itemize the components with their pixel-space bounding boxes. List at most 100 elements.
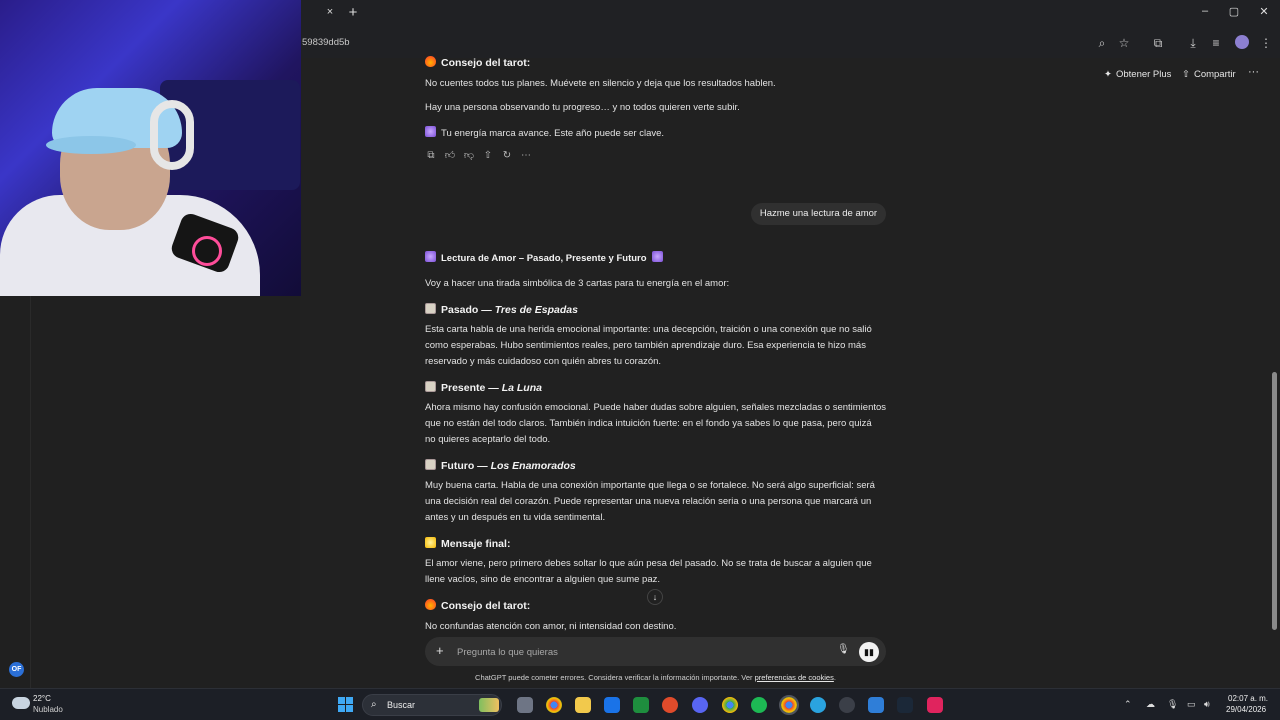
tiktok-icon[interactable] bbox=[927, 697, 943, 713]
chrome-icon[interactable] bbox=[546, 697, 562, 713]
sparkle-icon: ✦ bbox=[1104, 68, 1112, 80]
mail-icon[interactable] bbox=[604, 697, 620, 713]
minimize-button[interactable]: – bbox=[1196, 5, 1214, 21]
crystal-ball-icon bbox=[425, 251, 436, 262]
download-icon[interactable]: ⤓ bbox=[1185, 35, 1201, 51]
excel-icon[interactable] bbox=[633, 697, 649, 713]
regenerate-icon[interactable]: ↻ bbox=[501, 150, 513, 162]
address-bar[interactable]: 59839dd5b ⌕ ☆ ⧉ ⤓ ≡ ⋮ bbox=[300, 28, 1280, 58]
cookie-preferences-link[interactable]: preferencias de cookies bbox=[755, 673, 834, 682]
tab-close-icon[interactable]: × bbox=[324, 6, 336, 20]
mic-tray-icon[interactable]: 🎙︎ bbox=[1167, 699, 1178, 710]
prompt-input[interactable] bbox=[457, 644, 817, 660]
tray-chevron-icon[interactable]: ⌃ bbox=[1124, 699, 1132, 710]
app-red-icon[interactable] bbox=[662, 697, 678, 713]
extensions-icon[interactable]: ⧉ bbox=[1150, 35, 1166, 51]
overlay-badge[interactable]: OF bbox=[9, 662, 24, 677]
answer-intro: Voy a hacer una tirada simbólica de 3 ca… bbox=[425, 278, 730, 289]
get-plus-button[interactable]: ✦ Obtener Plus bbox=[1104, 66, 1171, 82]
scroll-down-button[interactable]: ↓ bbox=[647, 589, 663, 605]
present-text-2: que no están del todo claros. También in… bbox=[425, 418, 872, 429]
new-tab-button[interactable]: + bbox=[346, 4, 360, 21]
scrollbar-thumb[interactable] bbox=[1272, 372, 1277, 630]
microphone-icon[interactable]: 🎙︎ bbox=[837, 644, 850, 655]
thumbs-down-icon[interactable]: 👎︎ bbox=[463, 150, 475, 162]
previous-tarot-heading: Consejo del tarot: bbox=[425, 55, 887, 71]
fire-icon bbox=[425, 599, 436, 610]
present-text-3: no quieres aceptarlo del todo. bbox=[425, 434, 551, 445]
future-text-2: una decisión real del corazón. Puede rep… bbox=[425, 496, 872, 507]
fire-icon bbox=[425, 56, 436, 67]
share-button[interactable]: ⇧ Compartir bbox=[1182, 66, 1236, 82]
profile-avatar[interactable] bbox=[1235, 35, 1249, 49]
present-text-1: Ahora mismo hay confusión emocional. Pue… bbox=[425, 402, 887, 413]
tarot-advice-text: No confundas atención con amor, ni inten… bbox=[425, 621, 677, 632]
past-text-2: como esperabas. Hubo sentimientos reales… bbox=[425, 340, 866, 351]
start-button[interactable] bbox=[338, 697, 353, 712]
card-icon bbox=[425, 459, 436, 470]
past-heading: Pasado — Tres de Espadas bbox=[425, 302, 887, 318]
app-blue-icon[interactable] bbox=[868, 697, 884, 713]
url-text[interactable]: 59839dd5b bbox=[302, 37, 350, 48]
app-gray-icon[interactable] bbox=[839, 697, 855, 713]
final-message-heading: Mensaje final: bbox=[425, 536, 887, 552]
previous-line-2: Hay una persona observando tu progreso… … bbox=[425, 102, 740, 113]
cloud-icon[interactable] bbox=[12, 697, 30, 709]
disclaimer-text: ChatGPT puede cometer errores. Considera… bbox=[475, 673, 836, 682]
copy-icon[interactable]: ⧉ bbox=[425, 150, 437, 162]
file-explorer-icon[interactable] bbox=[575, 697, 591, 713]
spotify-icon[interactable] bbox=[751, 697, 767, 713]
voice-mode-button[interactable]: ▮▮ bbox=[859, 642, 879, 662]
webcam-cap-visor bbox=[46, 136, 136, 154]
taskbar: 22°C Nublado ⌕ Buscar ⌃ ☁ 🎙︎ ▭ 🔊︎ 02:07 … bbox=[0, 688, 1280, 720]
task-view-icon[interactable] bbox=[517, 697, 533, 713]
bookmark-star-icon[interactable]: ☆ bbox=[1116, 35, 1132, 51]
previous-line-3: Tu energía marca avance. Este año puede … bbox=[425, 126, 887, 142]
card-icon bbox=[425, 381, 436, 392]
present-heading: Presente — La Luna bbox=[425, 380, 887, 396]
taskbar-search[interactable]: ⌕ Buscar bbox=[362, 694, 502, 716]
attach-plus-icon[interactable]: + bbox=[436, 643, 444, 658]
message-composer: + 🎙︎ ▮▮ bbox=[425, 637, 886, 666]
maximize-button[interactable]: ▢ bbox=[1225, 5, 1243, 21]
weather-description[interactable]: Nublado bbox=[33, 705, 63, 714]
network-icon[interactable]: ▭ bbox=[1187, 699, 1196, 710]
chrome-active-icon[interactable] bbox=[779, 695, 799, 715]
past-text-3: reservado y más cuidadoso con quién abre… bbox=[425, 356, 662, 367]
more-icon[interactable]: ⋯ bbox=[520, 150, 532, 162]
discord-icon[interactable] bbox=[692, 697, 708, 713]
crystal-ball-icon bbox=[425, 126, 436, 137]
clock-date[interactable]: 29/04/2026 bbox=[1226, 705, 1266, 714]
search-icon: ⌕ bbox=[371, 699, 377, 710]
steam-icon[interactable] bbox=[897, 697, 913, 713]
microphone-ring-light bbox=[192, 236, 222, 266]
desktop: × + – ▢ ✕ 59839dd5b ⌕ ☆ ⧉ ⤓ ≡ ⋮ OF ✦ Obt… bbox=[0, 0, 1280, 720]
share-icon: ⇧ bbox=[1182, 68, 1190, 80]
more-options-button[interactable]: ··· bbox=[1248, 66, 1259, 78]
card-icon bbox=[425, 303, 436, 314]
future-heading: Futuro — Los Enamorados bbox=[425, 458, 887, 474]
share-icon[interactable]: ⇧ bbox=[482, 150, 494, 162]
share-label: Compartir bbox=[1193, 68, 1236, 80]
get-plus-label: Obtener Plus bbox=[1115, 68, 1172, 80]
telegram-icon[interactable] bbox=[810, 697, 826, 713]
clock-time[interactable]: 02:07 a. m. bbox=[1228, 694, 1268, 703]
past-text-1: Esta carta habla de una herida emocional… bbox=[425, 324, 872, 335]
weather-temperature[interactable]: 22°C bbox=[33, 694, 51, 703]
previous-line-1: No cuentes todos tus planes. Muévete en … bbox=[425, 78, 776, 89]
zoom-icon[interactable]: ⌕ bbox=[1094, 35, 1110, 51]
final-text-1: El amor viene, pero primero debes soltar… bbox=[425, 558, 872, 569]
media-controls-icon[interactable]: ≡ bbox=[1208, 35, 1224, 51]
chrome-profile-icon[interactable] bbox=[722, 697, 738, 713]
browser-menu-icon[interactable]: ⋮ bbox=[1258, 35, 1274, 51]
user-message-bubble: Hazme una lectura de amor bbox=[751, 203, 886, 225]
thumbs-up-icon[interactable]: 👍︎ bbox=[444, 150, 456, 162]
volume-icon[interactable]: 🔊︎ bbox=[1204, 699, 1210, 710]
crystal-ball-icon bbox=[651, 251, 663, 262]
search-label: Buscar bbox=[387, 700, 416, 710]
sparkles-icon bbox=[425, 537, 436, 548]
onedrive-icon[interactable]: ☁ bbox=[1146, 699, 1155, 710]
webcam-overlay bbox=[0, 0, 301, 296]
window-close-button[interactable]: ✕ bbox=[1255, 5, 1273, 21]
answer-title: Lectura de Amor – Pasado, Presente y Fut… bbox=[425, 251, 887, 267]
